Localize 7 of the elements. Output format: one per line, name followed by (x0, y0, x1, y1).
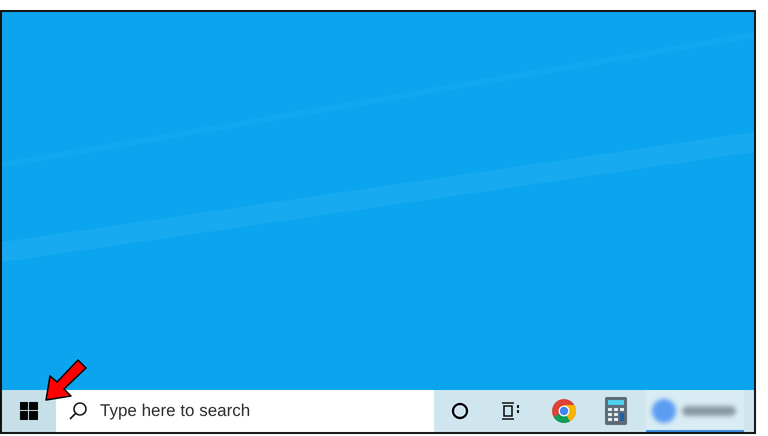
search-field[interactable]: Type here to search (56, 390, 434, 432)
windows-logo-icon (20, 402, 38, 420)
app-button[interactable] (646, 390, 744, 432)
browser-icon (551, 398, 577, 424)
circle-icon (451, 402, 469, 420)
calculator-icon (605, 397, 627, 425)
start-button[interactable] (2, 390, 56, 432)
